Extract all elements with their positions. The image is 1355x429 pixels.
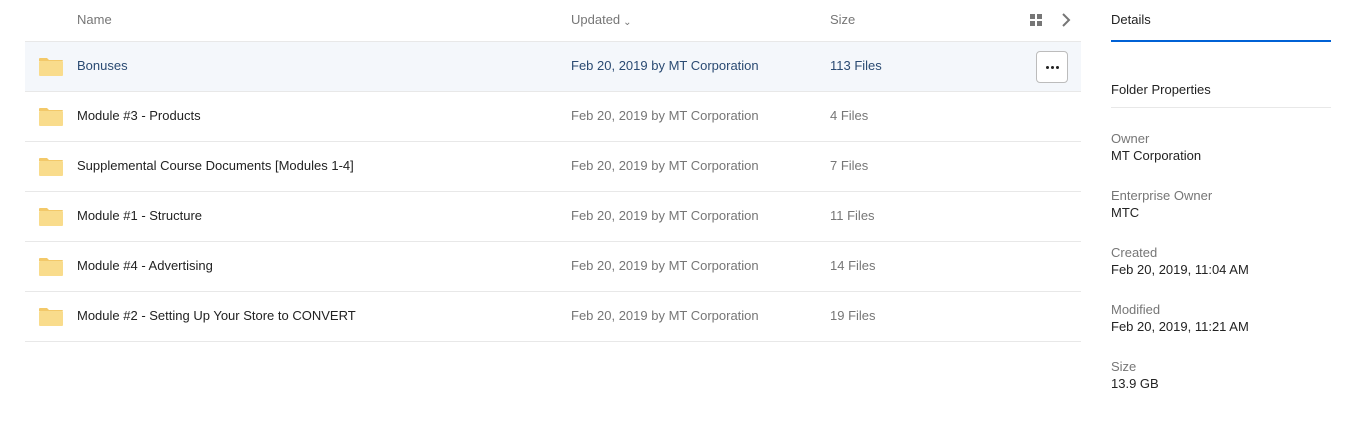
row-name[interactable]: Module #4 - Advertising [77,258,213,273]
sort-descending-icon: ⌄ [623,17,632,28]
row-name[interactable]: Bonuses [77,58,128,73]
column-header-size[interactable]: Size [830,12,855,27]
table-row[interactable]: Bonuses Feb 20, 2019 by MT Corporation 1… [25,42,1081,92]
table-row[interactable]: Module #3 - Products Feb 20, 2019 by MT … [25,92,1081,142]
tab-details[interactable]: Details [1111,0,1331,42]
folder-icon [39,308,63,326]
folder-icon [39,158,63,176]
row-size: 14 Files [830,258,876,273]
table-row[interactable]: Module #1 - Structure Feb 20, 2019 by MT… [25,192,1081,242]
column-header-updated[interactable]: Updated ⌄ [571,12,632,28]
property-value: MTC [1111,205,1140,220]
folder-icon [39,58,63,76]
details-panel: Details Folder Properties Owner MT Corpo… [1111,0,1331,393]
folder-properties-title: Folder Properties [1111,82,1331,108]
grid-view-icon[interactable] [1030,14,1042,26]
property-label: Modified [1111,302,1161,317]
row-updated: Feb 20, 2019 by MT Corporation [571,108,759,123]
table-row[interactable]: Supplemental Course Documents [Modules 1… [25,142,1081,192]
table-row[interactable]: Module #4 - Advertising Feb 20, 2019 by … [25,242,1081,292]
row-updated: Feb 20, 2019 by MT Corporation [571,308,759,323]
property-owner: Owner MT Corporation [1111,130,1331,165]
row-size: 19 Files [830,308,876,323]
property-label: Owner [1111,131,1150,146]
row-name[interactable]: Supplemental Course Documents [Modules 1… [77,158,354,173]
chevron-right-icon[interactable] [1060,12,1072,28]
file-list: Name Updated ⌄ Size Bonuses Feb 20, 2019 … [25,0,1081,342]
property-value: Feb 20, 2019, 11:04 AM [1111,262,1249,277]
row-name[interactable]: Module #1 - Structure [77,208,202,223]
column-header-name[interactable]: Name [77,12,112,27]
property-label: Size [1111,359,1137,374]
folder-icon [39,208,63,226]
row-size: 4 Files [830,108,869,123]
row-name[interactable]: Module #3 - Products [77,108,201,123]
folder-icon [39,108,63,126]
more-options-button[interactable] [1036,51,1068,83]
column-header-updated-label: Updated [571,12,621,27]
property-label: Created [1111,245,1158,260]
row-size: 7 Files [830,158,869,173]
table-row[interactable]: Module #2 - Setting Up Your Store to CON… [25,292,1081,342]
row-updated: Feb 20, 2019 by MT Corporation [571,258,759,273]
list-header: Name Updated ⌄ Size [25,0,1081,42]
row-size: 113 Files [830,58,882,73]
property-label: Enterprise Owner [1111,188,1213,203]
row-size: 11 Files [830,208,875,223]
property-value: 13.9 GB [1111,376,1159,391]
row-updated: Feb 20, 2019 by MT Corporation [571,208,759,223]
property-enterprise-owner: Enterprise Owner MTC [1111,187,1331,222]
property-size: Size 13.9 GB [1111,358,1331,393]
property-value: Feb 20, 2019, 11:21 AM [1111,319,1249,334]
row-name[interactable]: Module #2 - Setting Up Your Store to CON… [77,308,356,323]
row-updated: Feb 20, 2019 by MT Corporation [571,158,759,173]
property-created: Created Feb 20, 2019, 11:04 AM [1111,244,1331,279]
row-updated: Feb 20, 2019 by MT Corporation [571,58,759,73]
property-modified: Modified Feb 20, 2019, 11:21 AM [1111,301,1331,336]
property-value: MT Corporation [1111,148,1202,163]
folder-icon [39,258,63,276]
